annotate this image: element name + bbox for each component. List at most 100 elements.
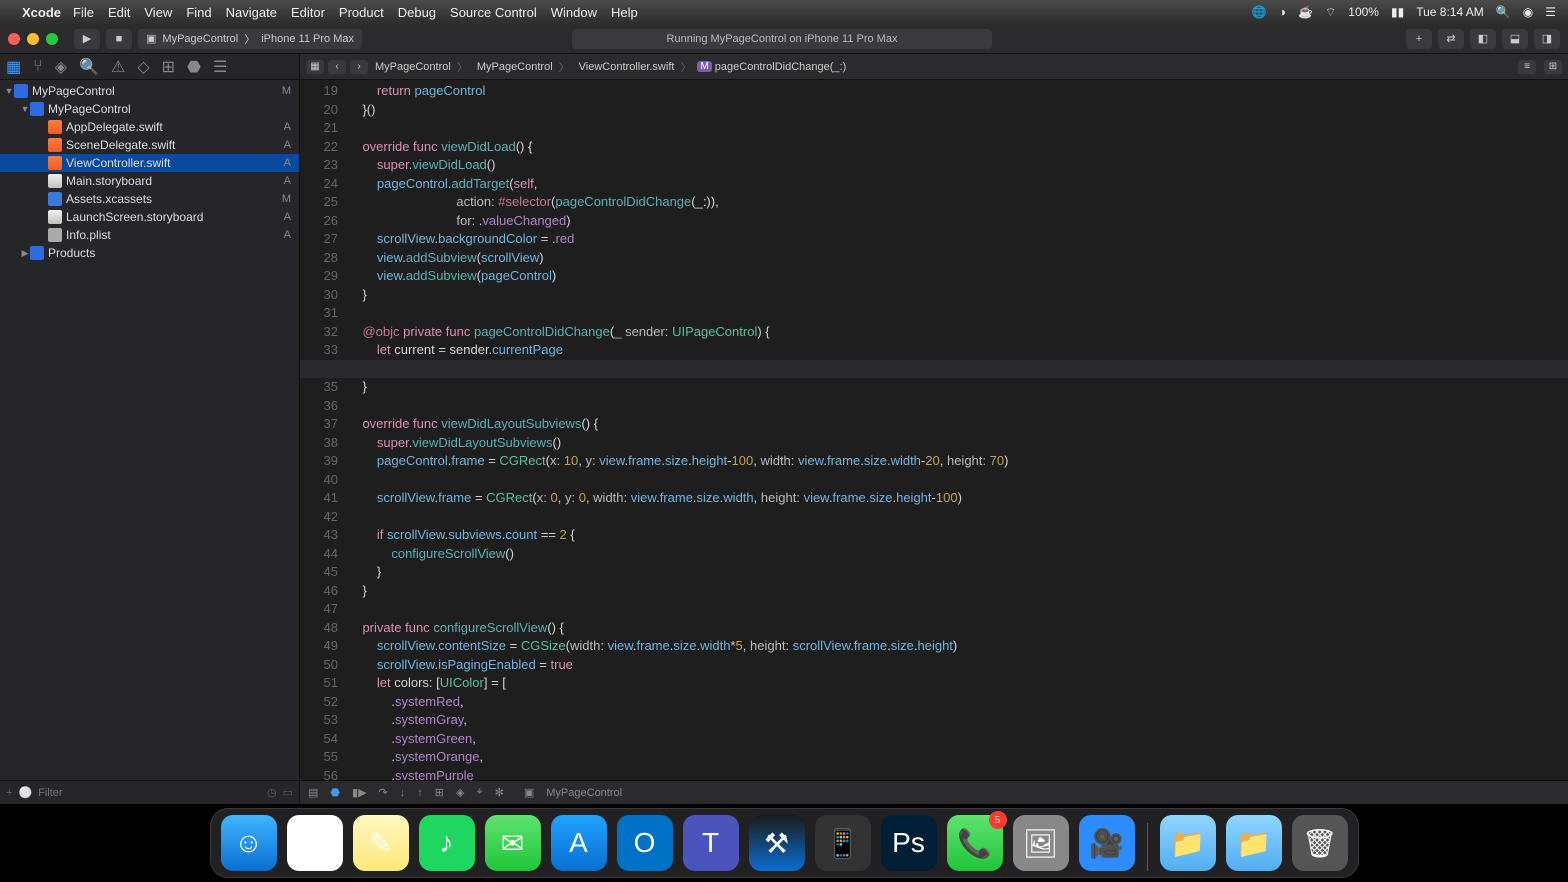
close-button[interactable] (8, 33, 20, 45)
navigator-filter-input[interactable] (38, 787, 261, 799)
menu-window[interactable]: Window (551, 5, 597, 20)
step-over-button[interactable]: ↷ (379, 786, 388, 799)
menu-debug[interactable]: Debug (398, 5, 436, 20)
source-control-navigator-tab[interactable]: ⑂ (33, 58, 43, 76)
add-file-button[interactable]: + (6, 787, 12, 799)
menu-source-control[interactable]: Source Control (450, 5, 537, 20)
add-editor-button[interactable]: ⊞ (1544, 60, 1562, 74)
file-tree-item[interactable]: ▶Products (0, 244, 299, 262)
add-button[interactable]: + (1406, 29, 1432, 49)
debug-target[interactable]: MyPageControl (546, 787, 622, 799)
status-coffee-icon[interactable]: ☕ (1298, 5, 1313, 19)
battery-icon[interactable]: ▮▮ (1391, 5, 1404, 19)
report-navigator-tab[interactable]: ☰ (213, 57, 227, 77)
symbol-navigator-tab[interactable]: ◈ (55, 57, 67, 77)
menu-edit[interactable]: Edit (108, 5, 130, 20)
dock-finder[interactable]: ☺ (221, 815, 277, 871)
dock-photoshop[interactable]: Ps (881, 815, 937, 871)
file-tree-item[interactable]: LaunchScreen.storyboardA (0, 208, 299, 226)
chevron-right-icon: 〉 (244, 31, 255, 47)
recent-filter-button[interactable]: ◷ (267, 786, 277, 799)
dock-teams[interactable]: T (683, 815, 739, 871)
code-review-button[interactable]: ⇄ (1438, 29, 1464, 49)
find-navigator-tab[interactable]: 🔍 (79, 57, 99, 77)
file-tree-item[interactable]: Assets.xcassetsM (0, 190, 299, 208)
scheme-selector[interactable]: ▣ MyPageControl 〉 iPhone 11 Pro Max (138, 29, 362, 49)
menu-product[interactable]: Product (339, 5, 384, 20)
dock-spotify[interactable]: ♪ (419, 815, 475, 871)
back-button[interactable]: ‹ (328, 60, 346, 74)
dock-appstore[interactable]: A (551, 815, 607, 871)
forward-button[interactable]: › (350, 60, 368, 74)
dock-folder2[interactable]: 📁 (1226, 815, 1282, 871)
zoom-button[interactable] (46, 33, 58, 45)
debug-view-hierarchy-button[interactable]: ⊞ (435, 786, 444, 799)
dock-chrome[interactable]: ◉ (287, 815, 343, 871)
toggle-right-panel-button[interactable]: ◨ (1534, 29, 1560, 49)
status-globe-icon[interactable]: 🌐 (1252, 5, 1267, 19)
status-wifi-icon[interactable]: ⌔ (1325, 5, 1336, 20)
project-navigator-tab[interactable]: ▦ (6, 57, 21, 77)
file-tree-item[interactable]: Info.plistA (0, 226, 299, 244)
menu-view[interactable]: View (144, 5, 172, 20)
file-tree-item[interactable]: ▼MyPageControlM (0, 82, 299, 100)
menu-help[interactable]: Help (611, 5, 638, 20)
environment-overrides-button[interactable]: ✻ (495, 786, 504, 799)
breadcrumb-project[interactable]: MyPageControl (372, 61, 451, 73)
breadcrumb-file[interactable]: ViewController.swift (576, 61, 675, 73)
file-tree-item[interactable]: AppDelegate.swiftA (0, 118, 299, 136)
run-button[interactable]: ▶ (74, 29, 100, 49)
jump-bar: ▦ ‹ › MyPageControl 〉 MyPageControl 〉 Vi… (300, 54, 1568, 80)
toggle-bottom-panel-button[interactable]: ⬓ (1502, 29, 1528, 49)
dock: ☺◉✎♪✉AOT⚒📱Ps📞5🖼🎥📁📁🗑 (210, 808, 1359, 878)
minimize-button[interactable] (27, 33, 39, 45)
scheme-device: iPhone 11 Pro Max (261, 33, 354, 45)
menu-file[interactable]: File (73, 5, 94, 20)
dock-folder1[interactable]: 📁 (1160, 815, 1216, 871)
notification-center-icon[interactable]: ☰ (1545, 5, 1556, 19)
dock-messages[interactable]: ✉ (485, 815, 541, 871)
simulate-location-button[interactable]: ⌖ (476, 786, 482, 799)
toggle-left-panel-button[interactable]: ◧ (1470, 29, 1496, 49)
dock-area: ☺◉✎♪✉AOT⚒📱Ps📞5🖼🎥📁📁🗑 (0, 804, 1568, 882)
scm-filter-button[interactable]: ▭ (283, 786, 293, 799)
breadcrumb-group[interactable]: MyPageControl (474, 61, 553, 73)
dock-xcode[interactable]: ⚒ (749, 815, 805, 871)
breakpoints-button[interactable]: ⬣ (330, 786, 340, 799)
breadcrumb-symbol[interactable]: MpageControlDidChange(_:) (697, 61, 846, 73)
continue-button[interactable]: ▮▶ (352, 786, 367, 799)
related-items-button[interactable]: ▦ (306, 60, 324, 74)
source-editor[interactable]: 1920212223242526272829303132333435363738… (300, 80, 1568, 780)
dock-preview[interactable]: 🖼 (1013, 815, 1069, 871)
dock-trash[interactable]: 🗑 (1292, 815, 1348, 871)
step-out-button[interactable]: ↑ (417, 787, 423, 799)
step-into-button[interactable]: ↓ (400, 787, 406, 799)
status-caffeine-icon[interactable]: ◑ (1279, 5, 1286, 19)
toggle-debug-area-button[interactable]: ▤ (308, 786, 318, 799)
code-content[interactable]: return pageControl }() override func vie… (348, 80, 1568, 780)
issue-navigator-tab[interactable]: ⚠ (111, 57, 125, 77)
dock-zoom[interactable]: 🎥 (1079, 815, 1135, 871)
debug-memory-button[interactable]: ◈ (456, 786, 464, 799)
menu-editor[interactable]: Editor (291, 5, 325, 20)
test-navigator-tab[interactable]: ◇ (137, 57, 149, 77)
menu-navigate[interactable]: Navigate (226, 5, 277, 20)
stop-button[interactable]: ■ (106, 29, 132, 49)
editor-options-button[interactable]: ≡ (1518, 60, 1536, 74)
breakpoint-navigator-tab[interactable]: ⬣ (187, 57, 201, 77)
siri-icon[interactable]: ◉ (1523, 5, 1533, 19)
file-tree-item[interactable]: SceneDelegate.swiftA (0, 136, 299, 154)
dock-outlook[interactable]: O (617, 815, 673, 871)
file-tree-item[interactable]: ▼MyPageControl (0, 100, 299, 118)
file-tree-item[interactable]: ViewController.swiftA (0, 154, 299, 172)
battery-percent: 100% (1348, 5, 1379, 19)
menu-find[interactable]: Find (186, 5, 211, 20)
app-menu[interactable]: Xcode (22, 5, 61, 20)
spotlight-icon[interactable]: 🔍 (1496, 5, 1511, 19)
dock-facetime[interactable]: 📞5 (947, 815, 1003, 871)
clock[interactable]: Tue 8:14 AM (1416, 5, 1484, 19)
dock-simulator[interactable]: 📱 (815, 815, 871, 871)
debug-navigator-tab[interactable]: ⊞ (162, 57, 175, 77)
dock-notes[interactable]: ✎ (353, 815, 409, 871)
file-tree-item[interactable]: Main.storyboardA (0, 172, 299, 190)
